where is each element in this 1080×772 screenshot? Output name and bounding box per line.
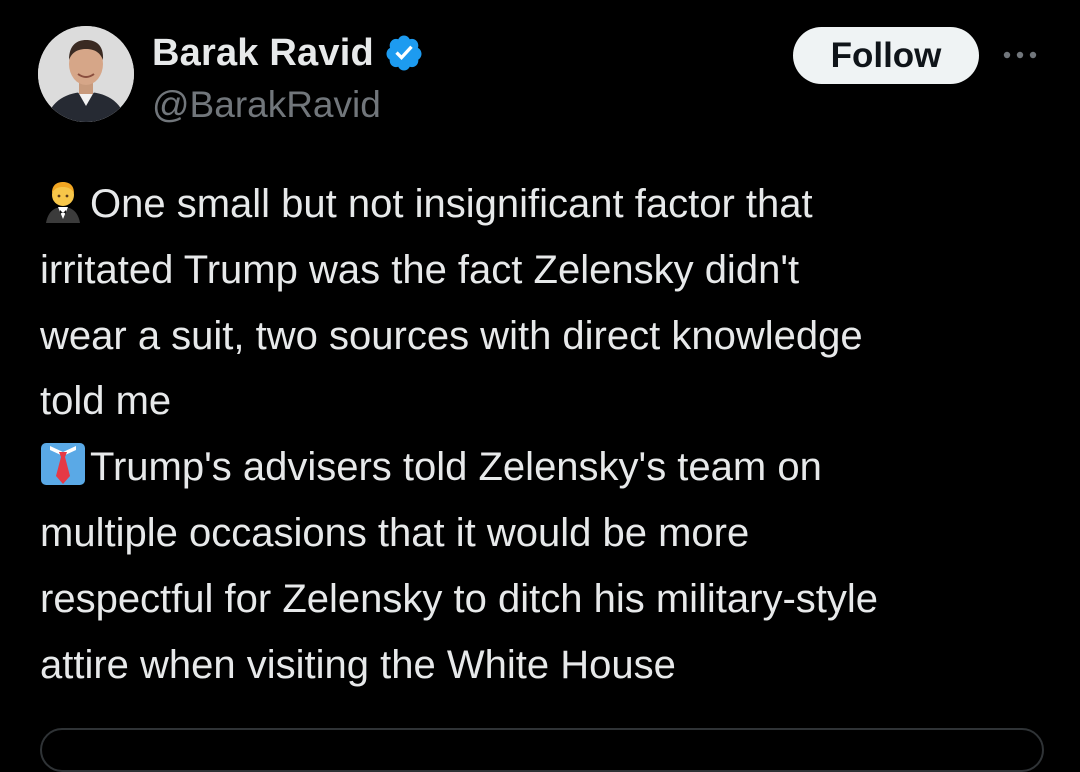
tweet-line: told me bbox=[40, 379, 172, 424]
author-display-name[interactable]: Barak Ravid bbox=[152, 32, 374, 75]
tweet-line: multiple occasions that it would be more bbox=[40, 510, 750, 555]
necktie-emoji bbox=[41, 443, 85, 486]
tweet-line: Trump's advisers told Zelensky's team on bbox=[40, 435, 1050, 501]
person-in-tuxedo-emoji bbox=[46, 182, 80, 223]
tweet-line-text: Trump's advisers told Zelensky's team on bbox=[90, 445, 822, 490]
tweet-line: attire when visiting the White House bbox=[40, 642, 676, 687]
tweet-line: wear a suit, two sources with direct kno… bbox=[40, 313, 863, 358]
author-handle[interactable]: @BarakRavid bbox=[152, 84, 381, 126]
tweet-line: One small but not insignificant factor t… bbox=[40, 172, 1050, 238]
tweet-card: Barak Ravid @BarakRavid Follow One small… bbox=[0, 0, 1080, 772]
author-name-row: Barak Ravid bbox=[152, 30, 424, 76]
follow-button[interactable]: Follow bbox=[793, 27, 979, 84]
more-options-icon[interactable] bbox=[1000, 40, 1040, 70]
tweet-line: respectful for Zelensky to ditch his mil… bbox=[40, 576, 879, 621]
verified-badge-icon bbox=[386, 35, 422, 71]
tweet-line: irritated Trump was the fact Zelensky di… bbox=[40, 247, 800, 292]
tweet-line-text: One small but not insignificant factor t… bbox=[90, 182, 813, 226]
tweet-text: One small but not insignificant factor t… bbox=[40, 172, 1050, 698]
avatar[interactable] bbox=[38, 26, 134, 122]
